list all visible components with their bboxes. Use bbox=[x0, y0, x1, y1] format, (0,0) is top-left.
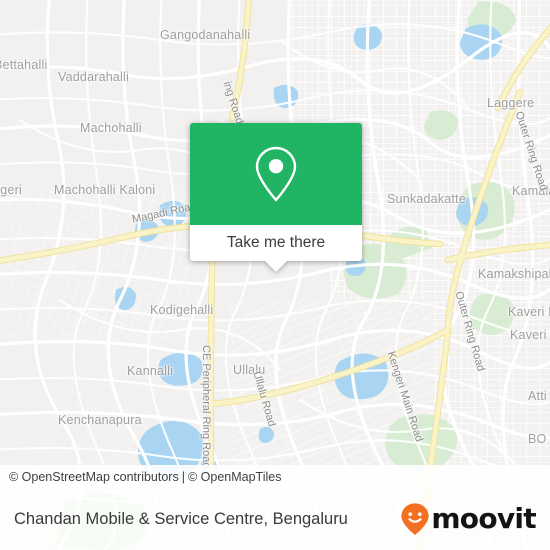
map-attribution-bar: © OpenStreetMap contributors | © OpenMapTi… bbox=[0, 465, 550, 488]
take-me-there-label: Take me there bbox=[226, 234, 326, 251]
place-title: Chandan Mobile & Service Centre, Bengalu… bbox=[14, 509, 348, 528]
location-popup[interactable]: Take me there bbox=[190, 123, 362, 272]
popup-header bbox=[190, 123, 362, 225]
map-page: Gangodanahalli Bettahalli Vaddarahalli M… bbox=[0, 0, 550, 550]
footer-bar: Chandan Mobile & Service Centre, Bengalu… bbox=[0, 488, 550, 550]
moovit-logo[interactable]: moovit bbox=[400, 502, 550, 536]
attribution-text: © OpenStreetMap contributors | © OpenMapTi… bbox=[0, 470, 281, 484]
popup-tail bbox=[265, 261, 287, 272]
take-me-there-button[interactable]: Take me there bbox=[190, 225, 362, 261]
location-pin-icon bbox=[255, 146, 297, 202]
attribution-osm[interactable]: © OpenStreetMap contributors bbox=[9, 470, 179, 484]
attribution-openmaptiles[interactable]: © OpenMapTiles bbox=[188, 470, 282, 484]
attribution-separator: | bbox=[181, 469, 185, 484]
moovit-pin-icon bbox=[401, 503, 429, 535]
moovit-wordmark: moovit bbox=[431, 502, 536, 535]
